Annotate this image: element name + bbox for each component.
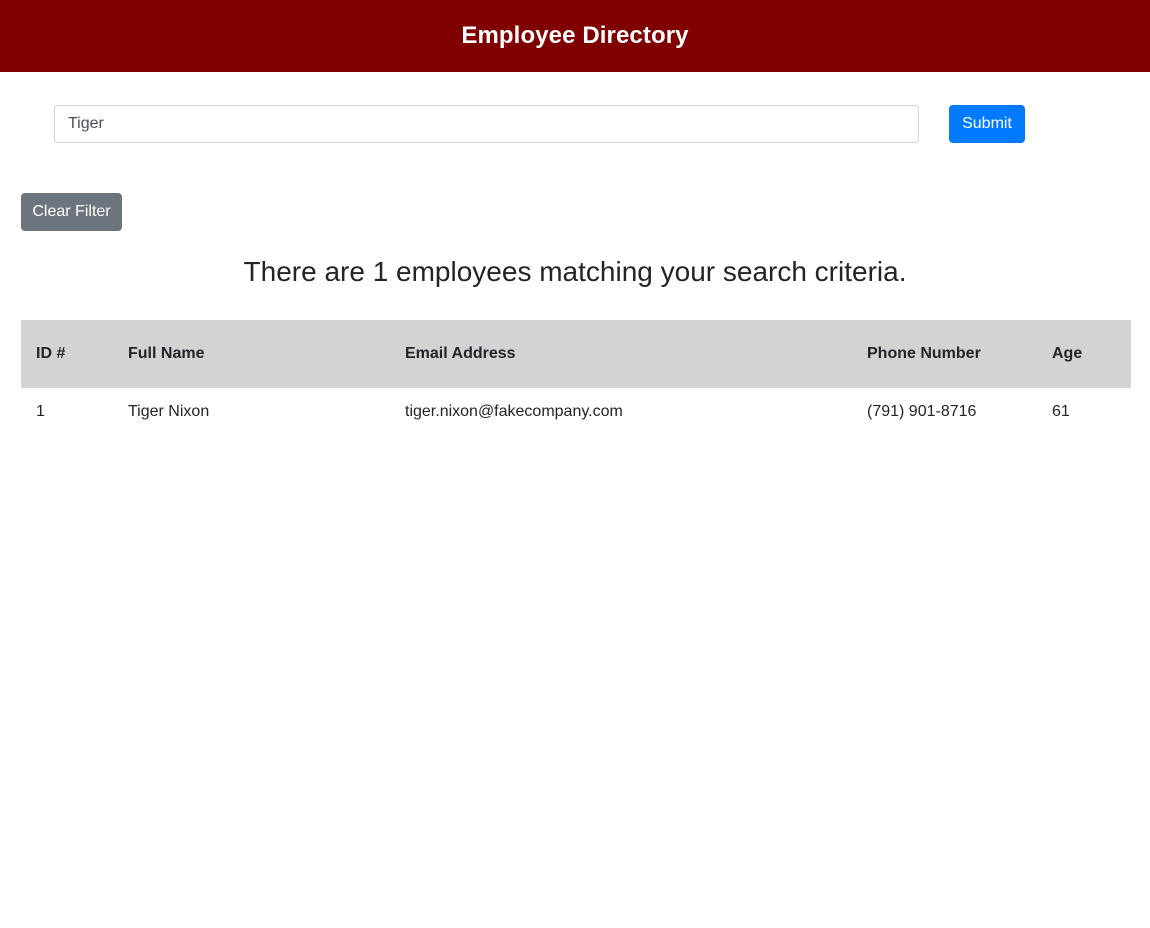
column-header-age[interactable]: Age [1037, 320, 1131, 388]
cell-email: tiger.nixon@fakecompany.com [405, 403, 623, 420]
results-count-heading: There are 1 employees matching your sear… [243, 256, 907, 287]
clear-filter-button[interactable]: Clear Filter [21, 193, 122, 231]
table-body: 1 Tiger Nixon tiger.nixon@fakecompany.co… [21, 388, 1131, 436]
column-header-email[interactable]: Email Address [390, 320, 852, 388]
column-header-id[interactable]: ID # [21, 320, 113, 388]
table-header: ID # Full Name Email Address Phone Numbe… [21, 320, 1131, 388]
page-title: Employee Directory [461, 22, 689, 49]
cell-phone: (791) 901-8716 [867, 403, 977, 420]
page-header: Employee Directory [0, 0, 1150, 72]
column-header-full-name[interactable]: Full Name [113, 320, 390, 388]
submit-button[interactable]: Submit [949, 105, 1025, 143]
cell-id: 1 [36, 403, 45, 420]
column-header-phone[interactable]: Phone Number [852, 320, 1037, 388]
table-header-row: ID # Full Name Email Address Phone Numbe… [21, 320, 1131, 388]
table-row: 1 Tiger Nixon tiger.nixon@fakecompany.co… [21, 388, 1131, 436]
cell-full-name: Tiger Nixon [128, 403, 210, 420]
cell-age: 61 [1052, 403, 1070, 420]
employee-table: ID # Full Name Email Address Phone Numbe… [21, 320, 1131, 436]
search-input[interactable] [54, 105, 919, 143]
